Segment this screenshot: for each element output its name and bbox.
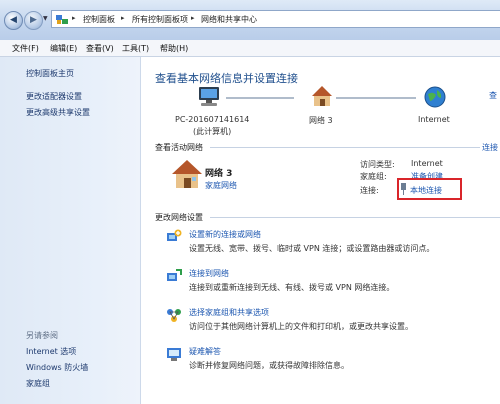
section-divider — [210, 217, 500, 218]
sidebar-control-panel-home[interactable]: 控制面板主页 — [26, 68, 74, 79]
breadcrumb-separator-icon[interactable]: ▸ — [121, 14, 125, 22]
back-button[interactable]: ◀ — [4, 11, 23, 30]
access-type-label: 访问类型: — [360, 160, 395, 169]
see-also-heading: 另请参阅 — [26, 331, 58, 340]
sidebar-item-internet-options[interactable]: Internet 选项 — [26, 346, 76, 357]
map-network-name: 网络 3 — [309, 116, 333, 125]
map-internet-label: Internet — [418, 115, 450, 124]
network-type-link[interactable]: 家庭网络 — [205, 180, 237, 191]
task-homegroup-sharing-desc: 访问位于其他网络计算机上的文件和打印机，或更改共享设置。 — [189, 322, 413, 331]
local-connection-link[interactable]: 本地连接 — [410, 185, 442, 196]
sidebar-item-advanced-sharing[interactable]: 更改高级共享设置 — [26, 107, 90, 118]
network-folder-icon — [56, 15, 68, 24]
menu-view[interactable]: 查看(V) — [86, 43, 114, 54]
homegroup-sharing-icon — [167, 309, 181, 322]
breadcrumb-control-panel[interactable]: 控制面板 — [83, 14, 115, 25]
address-field[interactable]: ▸ 控制面板 ▸ 所有控制面板项 ▸ 网络和共享中心 — [51, 10, 500, 28]
active-network-name: 网络 3 — [205, 169, 233, 179]
forward-button[interactable]: ▶ — [24, 11, 43, 30]
page-title: 查看基本网络信息并设置连接 — [155, 72, 298, 85]
task-troubleshoot-desc: 诊断并修复网络问题，或获得故障排除信息。 — [189, 361, 349, 370]
active-networks-heading: 查看活动网络 — [155, 143, 203, 152]
breadcrumb-network-center[interactable]: 网络和共享中心 — [201, 14, 257, 25]
task-homegroup-sharing-link[interactable]: 选择家庭组和共享选项 — [189, 307, 269, 318]
computer-icon — [199, 87, 219, 106]
menu-edit[interactable]: 编辑(E) — [50, 43, 77, 54]
sidebar-item-homegroup[interactable]: 家庭组 — [26, 378, 50, 389]
map-connector-line — [336, 97, 416, 99]
sidebar-item-windows-firewall[interactable]: Windows 防火墙 — [26, 362, 88, 373]
breadcrumb-separator-icon[interactable]: ▸ — [72, 14, 76, 22]
house-network-icon — [172, 160, 202, 188]
task-new-connection-desc: 设置无线、宽带、拨号、临时或 VPN 连接；或设置路由器或访问点。 — [189, 244, 435, 253]
breadcrumb-all-items[interactable]: 所有控制面板项 — [132, 14, 188, 25]
recent-pages-dropdown-icon[interactable]: ▼ — [43, 15, 48, 22]
section-divider — [210, 147, 480, 148]
connection-label: 连接: — [360, 186, 379, 195]
internet-globe-icon — [424, 86, 446, 108]
map-connector-line — [226, 97, 294, 99]
homegroup-label: 家庭组: — [360, 172, 387, 181]
see-full-map-link[interactable]: 查 — [489, 90, 497, 101]
menu-bar: 文件(F) 编辑(E) 查看(V) 工具(T) 帮助(H) — [0, 40, 500, 57]
connect-or-disconnect-link[interactable]: 连接 — [482, 142, 498, 153]
breadcrumb-separator-icon[interactable]: ▸ — [191, 14, 195, 22]
troubleshoot-icon — [167, 348, 181, 361]
house-network-icon — [312, 86, 332, 106]
menu-help[interactable]: 帮助(H) — [160, 43, 188, 54]
connect-network-icon — [167, 269, 182, 281]
computer-subtitle: (此计算机) — [193, 127, 232, 136]
menu-file[interactable]: 文件(F) — [12, 43, 39, 54]
computer-name: PC-201607141614 — [175, 115, 250, 124]
task-troubleshoot-link[interactable]: 疑难解答 — [189, 346, 221, 357]
task-connect-network-desc: 连接到或重新连接到无线、有线、拨号或 VPN 网络连接。 — [189, 283, 395, 292]
access-type-value: Internet — [411, 159, 443, 168]
menu-tools[interactable]: 工具(T) — [122, 43, 149, 54]
task-connect-network-link[interactable]: 连接到网络 — [189, 268, 229, 279]
change-settings-heading: 更改网络设置 — [155, 213, 203, 222]
ethernet-connection-icon — [401, 183, 406, 195]
task-new-connection-link[interactable]: 设置新的连接或网络 — [189, 229, 261, 240]
new-connection-icon — [167, 229, 182, 241]
sidebar-item-adapter-settings[interactable]: 更改适配器设置 — [26, 91, 82, 102]
